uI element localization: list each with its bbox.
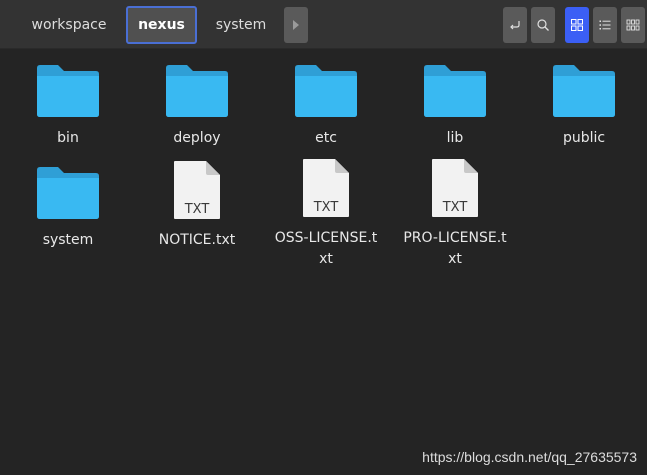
breadcrumb-workspace[interactable]: workspace	[20, 6, 118, 44]
text-file-icon: TXT	[432, 159, 478, 217]
grid-view-button[interactable]	[565, 7, 589, 43]
item-name: bin	[57, 130, 79, 146]
txt-badge: TXT	[442, 200, 468, 215]
text-file-icon: TXT	[303, 159, 349, 217]
folder-icon	[37, 167, 99, 219]
triangle-right-icon	[293, 20, 299, 30]
breadcrumb-system[interactable]: system	[205, 6, 277, 44]
item-name: system	[42, 232, 94, 248]
watermark-url: https://blog.csdn.net/qq_27635573	[422, 449, 637, 465]
item-name: PRO-LICENSE.txt	[403, 230, 507, 267]
back-button[interactable]	[503, 7, 527, 43]
folder-item-deploy[interactable]: deploy	[142, 56, 252, 156]
compact-view-button[interactable]	[621, 7, 645, 43]
folder-icon	[295, 65, 357, 117]
search-icon	[537, 19, 549, 31]
file-item-pro-license[interactable]: TXT PRO-LICENSE.txt	[400, 158, 510, 267]
folder-icon	[424, 65, 486, 117]
folder-item-lib[interactable]: lib	[400, 56, 510, 156]
breadcrumb-nexus[interactable]: nexus	[126, 6, 197, 44]
file-item-oss-license[interactable]: TXT OSS-LICENSE.txt	[271, 158, 381, 267]
item-name: public	[562, 130, 606, 146]
folder-item-public[interactable]: public	[529, 56, 639, 156]
txt-badge: TXT	[184, 202, 210, 217]
item-name: OSS-LICENSE.txt	[274, 230, 378, 267]
folder-icon	[553, 65, 615, 117]
grid-view-icon	[571, 19, 583, 31]
text-file-icon: TXT	[174, 161, 220, 219]
list-view-icon	[599, 20, 611, 30]
item-name: deploy	[173, 130, 221, 146]
txt-badge: TXT	[313, 200, 339, 215]
breadcrumb-label: workspace	[31, 17, 107, 33]
folder-icon	[166, 65, 228, 117]
item-name: lib	[446, 130, 464, 146]
file-item-notice[interactable]: TXT NOTICE.txt	[142, 158, 252, 258]
return-arrow-icon	[510, 21, 520, 30]
folder-icon	[37, 65, 99, 117]
location-bar: workspace nexus system	[0, 0, 647, 49]
breadcrumb-label: system	[215, 17, 267, 33]
list-view-button[interactable]	[593, 7, 617, 43]
item-name: NOTICE.txt	[158, 232, 236, 248]
breadcrumb-label: nexus	[138, 17, 185, 33]
compact-view-icon	[626, 19, 640, 31]
item-name: etc	[315, 130, 337, 146]
search-button[interactable]	[531, 7, 555, 43]
folder-item-bin[interactable]: bin	[13, 56, 123, 156]
breadcrumb-more-button[interactable]	[284, 7, 308, 43]
folder-item-system[interactable]: system	[13, 158, 123, 258]
folder-item-etc[interactable]: etc	[271, 56, 381, 156]
